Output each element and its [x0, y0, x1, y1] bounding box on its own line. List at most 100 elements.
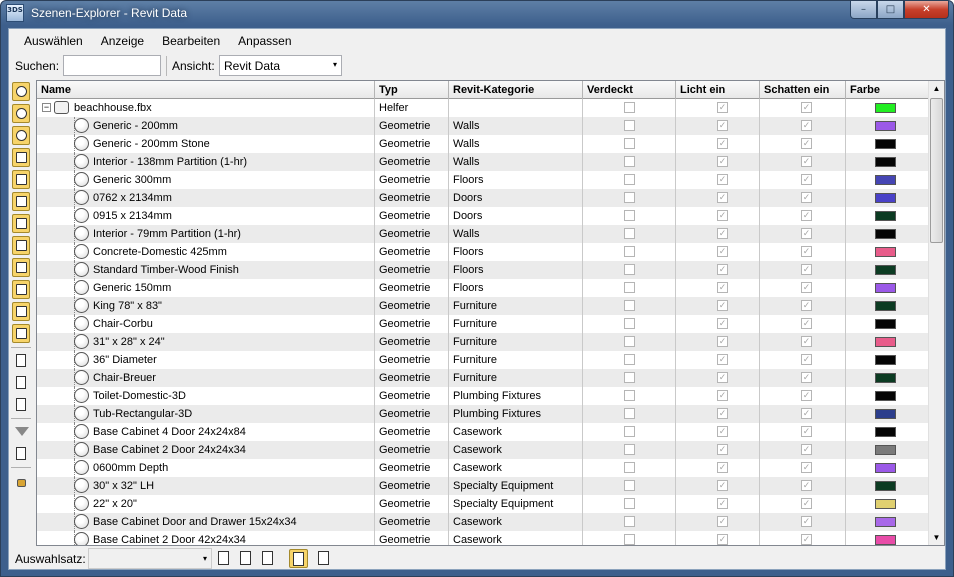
remove-from-selection-set-icon[interactable] — [259, 549, 278, 568]
hidden-checkbox[interactable] — [624, 534, 635, 545]
col-light[interactable]: Licht ein — [676, 81, 760, 99]
shadow-checkbox[interactable]: ✓ — [801, 390, 812, 401]
filter-icon[interactable] — [12, 422, 30, 441]
spell-check-icon[interactable] — [315, 549, 334, 568]
table-row[interactable]: King 78" x 83" Geometrie Furniture ✓ ✓ — [37, 297, 929, 315]
groups-icon[interactable] — [12, 214, 30, 233]
light-checkbox[interactable]: ✓ — [717, 264, 728, 275]
view-select[interactable]: Revit Data ▾ — [219, 55, 342, 76]
color-swatch[interactable] — [875, 373, 896, 383]
hidden-checkbox[interactable] — [624, 372, 635, 383]
shadow-checkbox[interactable]: ✓ — [801, 354, 812, 365]
shadow-checkbox[interactable]: ✓ — [801, 300, 812, 311]
light-checkbox[interactable]: ✓ — [717, 318, 728, 329]
color-swatch[interactable] — [875, 517, 896, 527]
shadow-checkbox[interactable]: ✓ — [801, 228, 812, 239]
shadow-checkbox[interactable]: ✓ — [801, 480, 812, 491]
color-swatch[interactable] — [875, 535, 896, 545]
light-checkbox[interactable]: ✓ — [717, 426, 728, 437]
sync-selection-icon[interactable] — [289, 549, 308, 568]
hidden-checkbox[interactable] — [624, 282, 635, 293]
add-to-selection-set-icon[interactable] — [237, 549, 256, 568]
table-row[interactable]: Base Cabinet 4 Door 24x24x84 Geometrie Cas… — [37, 423, 929, 441]
light-checkbox[interactable]: ✓ — [717, 102, 728, 113]
table-row[interactable]: Generic 300mm Geometrie Floors ✓ ✓ — [37, 171, 929, 189]
light-checkbox[interactable]: ✓ — [717, 192, 728, 203]
shadow-checkbox[interactable]: ✓ — [801, 138, 812, 149]
table-row[interactable]: Tub-Rectangular-3D Geometrie Plumbing Fixt… — [37, 405, 929, 423]
table-row[interactable]: 0915 x 2134mm Geometrie Doors ✓ ✓ — [37, 207, 929, 225]
shadow-checkbox[interactable]: ✓ — [801, 426, 812, 437]
shadow-checkbox[interactable]: ✓ — [801, 318, 812, 329]
color-swatch[interactable] — [875, 445, 896, 455]
hidden-checkbox[interactable] — [624, 300, 635, 311]
table-row[interactable]: 0762 x 2134mm Geometrie Doors ✓ ✓ — [37, 189, 929, 207]
color-swatch[interactable] — [875, 355, 896, 365]
hidden-checkbox[interactable] — [624, 498, 635, 509]
color-swatch[interactable] — [875, 301, 896, 311]
color-swatch[interactable] — [875, 337, 896, 347]
selection-set-select[interactable]: ▾ — [88, 548, 212, 569]
menu-auswaehlen[interactable]: Auswählen — [15, 29, 92, 51]
light-checkbox[interactable]: ✓ — [717, 120, 728, 131]
hidden-checkbox[interactable] — [624, 156, 635, 167]
table-row[interactable]: Generic - 200mm Stone Geometrie Walls ✓ ✓ — [37, 135, 929, 153]
color-swatch[interactable] — [875, 427, 896, 437]
table-row[interactable]: 31" x 28" x 24" Geometrie Furniture ✓ ✓ — [37, 333, 929, 351]
hidden-checkbox[interactable] — [624, 138, 635, 149]
light-checkbox[interactable]: ✓ — [717, 174, 728, 185]
col-name[interactable]: Name — [37, 81, 375, 99]
color-swatch[interactable] — [875, 319, 896, 329]
color-swatch[interactable] — [875, 193, 896, 203]
color-swatch[interactable] — [875, 175, 896, 185]
color-swatch[interactable] — [875, 103, 896, 113]
geometry-icon[interactable] — [12, 82, 30, 101]
hidden-checkbox[interactable] — [624, 174, 635, 185]
light-checkbox[interactable]: ✓ — [717, 498, 728, 509]
helpers-icon[interactable] — [12, 170, 30, 189]
shadow-checkbox[interactable]: ✓ — [801, 462, 812, 473]
light-checkbox[interactable]: ✓ — [717, 228, 728, 239]
invert-icon[interactable] — [12, 395, 30, 414]
table-row[interactable]: Base Cabinet 2 Door 24x24x34 Geometrie Cas… — [37, 441, 929, 459]
table-row[interactable]: Chair-Breuer Geometrie Furniture ✓ ✓ — [37, 369, 929, 387]
table-row[interactable]: Interior - 138mm Partition (1-hr) Geometr… — [37, 153, 929, 171]
color-swatch[interactable] — [875, 391, 896, 401]
color-swatch[interactable] — [875, 409, 896, 419]
light-checkbox[interactable]: ✓ — [717, 300, 728, 311]
table-row[interactable]: Standard Timber-Wood Finish Geometrie Floo… — [37, 261, 929, 279]
color-swatch[interactable] — [875, 283, 896, 293]
shadow-checkbox[interactable]: ✓ — [801, 534, 812, 545]
hidden-checkbox[interactable] — [624, 462, 635, 473]
table-row[interactable]: Base Cabinet 2 Door 42x24x34 Geometrie Cas… — [37, 531, 929, 545]
hidden-icon[interactable] — [12, 324, 30, 343]
shadow-checkbox[interactable]: ✓ — [801, 336, 812, 347]
filter-options-icon[interactable] — [12, 444, 30, 463]
table-row[interactable]: 36" Diameter Geometrie Furniture ✓ ✓ — [37, 351, 929, 369]
xrefs-icon[interactable] — [12, 236, 30, 255]
spacewarps-icon[interactable] — [12, 192, 30, 211]
table-row[interactable]: 30" x 32" LH Geometrie Specialty Equipment… — [37, 477, 929, 495]
table-row[interactable]: 22" x 20" Geometrie Specialty Equipment ✓ ✓ — [37, 495, 929, 513]
shadow-checkbox[interactable]: ✓ — [801, 498, 812, 509]
hidden-checkbox[interactable] — [624, 246, 635, 257]
light-checkbox[interactable]: ✓ — [717, 372, 728, 383]
shadow-checkbox[interactable]: ✓ — [801, 516, 812, 527]
light-checkbox[interactable]: ✓ — [717, 336, 728, 347]
lock-icon[interactable] — [12, 471, 30, 490]
table-row[interactable]: Generic - 200mm Geometrie Walls ✓ ✓ — [37, 117, 929, 135]
shadow-checkbox[interactable]: ✓ — [801, 174, 812, 185]
light-checkbox[interactable]: ✓ — [717, 516, 728, 527]
hidden-checkbox[interactable] — [624, 390, 635, 401]
vertical-scrollbar[interactable]: ▲ ▼ — [928, 81, 944, 545]
search-input[interactable] — [63, 55, 161, 76]
hidden-checkbox[interactable] — [624, 408, 635, 419]
shadow-checkbox[interactable]: ✓ — [801, 282, 812, 293]
light-checkbox[interactable]: ✓ — [717, 354, 728, 365]
shadow-checkbox[interactable]: ✓ — [801, 192, 812, 203]
hidden-checkbox[interactable] — [624, 480, 635, 491]
shapes-icon[interactable] — [12, 104, 30, 123]
table-row-root[interactable]: − beachhouse.fbx Helfer ✓ ✓ — [37, 99, 929, 117]
hidden-checkbox[interactable] — [624, 228, 635, 239]
title-bar[interactable]: 3DS Szenen-Explorer - Revit Data – □ ✕ — [1, 1, 953, 27]
